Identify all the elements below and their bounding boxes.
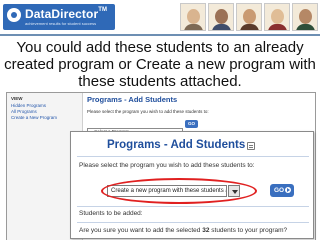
divider — [77, 222, 309, 223]
logo-mark-icon — [7, 8, 21, 22]
faces-banner — [180, 3, 318, 31]
face-photo — [180, 3, 206, 31]
logo-name: DataDirectorTM — [25, 7, 108, 21]
page-title: Programs - Add Students — [87, 95, 178, 104]
sidebar-link-create-program[interactable]: Create a New Program — [11, 115, 78, 121]
slide-caption: You could add these students to an alrea… — [4, 39, 316, 90]
play-arrow-icon — [285, 187, 291, 193]
zoom-page-title: Programs - Add Students — [107, 139, 246, 151]
header: DataDirectorTM achievement results for s… — [0, 0, 320, 36]
highlight-circle — [101, 178, 257, 204]
go-label: GO — [274, 187, 285, 194]
page-options-icon[interactable] — [247, 142, 255, 150]
datadirector-logo[interactable]: DataDirectorTM achievement results for s… — [3, 4, 115, 30]
zoom-students-added-label: Students to be added: — [79, 210, 143, 217]
logo-tagline: achievement results for student success — [25, 21, 97, 26]
sidebar-heading: VIEW — [11, 96, 23, 101]
divider — [77, 156, 309, 157]
face-photo — [264, 3, 290, 31]
go-button[interactable]: GO — [185, 120, 198, 128]
zoom-confirm-text: Are you sure you want to add the selecte… — [79, 227, 288, 234]
zoom-program-prompt: Please select the program you wish to ad… — [79, 162, 255, 169]
zoomed-screenshot: Programs - Add Students Please select th… — [70, 131, 314, 239]
face-photo — [208, 3, 234, 31]
face-photo — [236, 3, 262, 31]
zoom-go-button[interactable]: GO — [270, 184, 294, 197]
face-photo — [292, 3, 318, 31]
divider — [77, 206, 309, 207]
